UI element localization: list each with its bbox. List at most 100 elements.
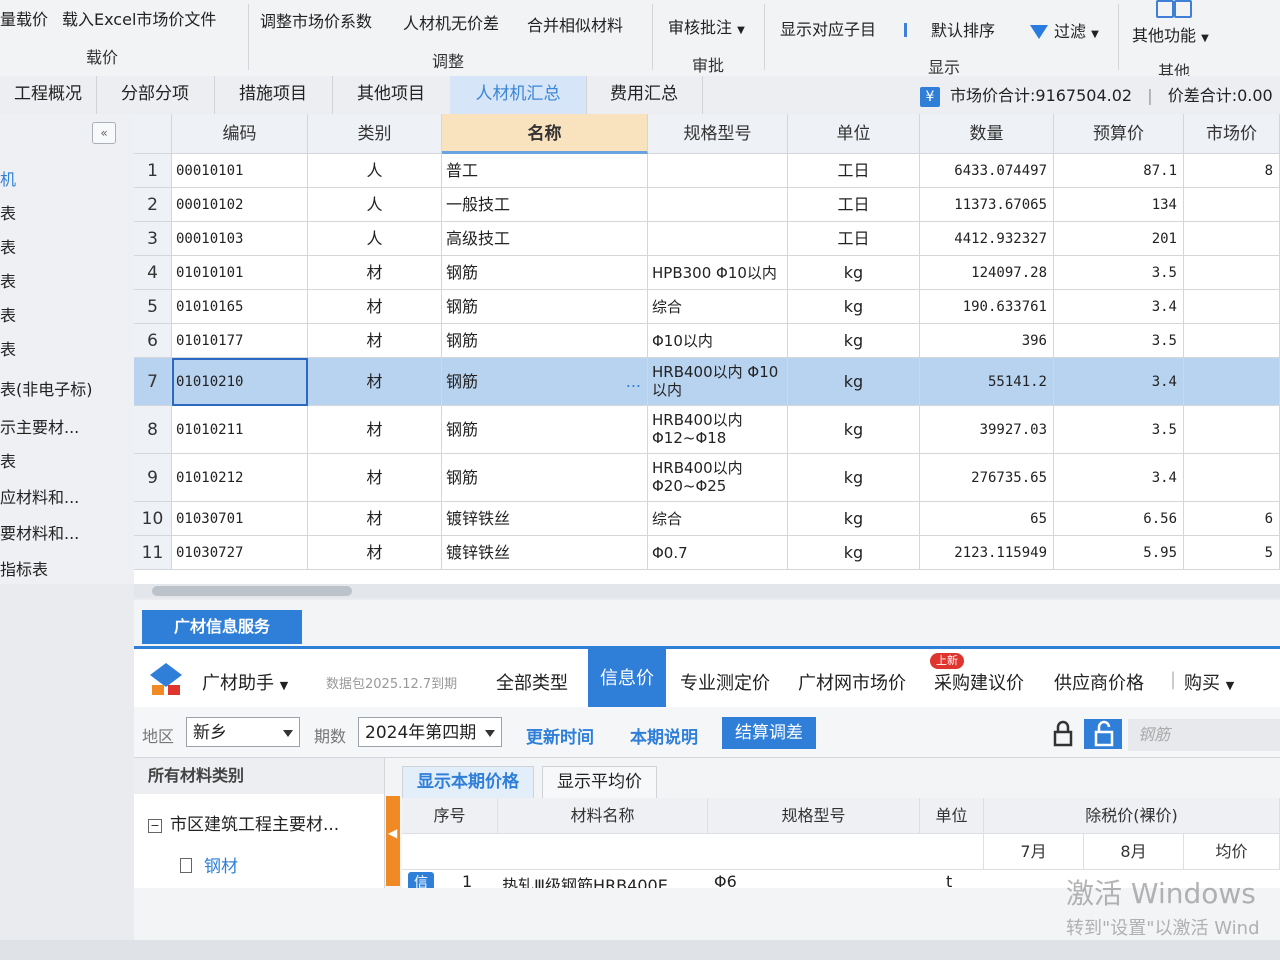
collapse-minus-icon[interactable]: −	[148, 819, 162, 833]
filter-button[interactable]: 过滤 ▼	[1030, 18, 1099, 42]
cell-name[interactable]: 普工	[442, 154, 648, 188]
cell-type[interactable]: 材	[308, 290, 442, 324]
cell-no[interactable]: 1	[134, 154, 172, 188]
region-select[interactable]: 新乡	[186, 717, 300, 747]
cell-market[interactable]	[1184, 222, 1280, 256]
load-excel-market-price-button[interactable]: 载入Excel市场价文件	[62, 6, 216, 30]
cell-unit[interactable]: kg	[788, 454, 920, 502]
cell-spec[interactable]: Φ0.7	[648, 536, 788, 570]
cell-no[interactable]: 10	[134, 502, 172, 536]
cell-budget[interactable]: 6.56	[1054, 502, 1184, 536]
cell-type[interactable]: 材	[308, 536, 442, 570]
cell-budget[interactable]: 3.4	[1054, 454, 1184, 502]
period-note-link[interactable]: 本期说明	[630, 723, 698, 748]
cell-code[interactable]: 00010103	[172, 222, 308, 256]
cell-no[interactable]: 5	[134, 290, 172, 324]
nav-market-price[interactable]: 广材网市场价	[798, 669, 906, 695]
cell-name[interactable]: 钢筋...	[442, 358, 648, 406]
cell-code[interactable]: 01010211	[172, 406, 308, 454]
other-functions-button[interactable]: 其他功能 ▼	[1132, 22, 1209, 46]
col-header-code[interactable]: 编码	[172, 114, 308, 154]
col-header-budget-price[interactable]: 预算价	[1054, 114, 1184, 154]
report-tree-item[interactable]: 表	[0, 268, 16, 292]
cell-type[interactable]: 材	[308, 502, 442, 536]
cell-market[interactable]: 6	[1184, 502, 1280, 536]
tab-material-info-service[interactable]: 广材信息服务	[142, 610, 302, 644]
cell-budget[interactable]: 3.5	[1054, 256, 1184, 290]
tab-measures[interactable]: 措施项目	[214, 76, 333, 114]
cell-type[interactable]: 材	[308, 454, 442, 502]
cell-name[interactable]: 一般技工	[442, 188, 648, 222]
adjust-market-coefficient-button[interactable]: 调整市场价系数	[260, 8, 372, 32]
category-root-item[interactable]: − 市区建筑工程主要材...	[148, 810, 339, 835]
cell-qty[interactable]: 396	[920, 324, 1054, 358]
cell-budget[interactable]: 134	[1054, 188, 1184, 222]
cell-market[interactable]	[1184, 454, 1280, 502]
tab-average-price[interactable]: 显示平均价	[542, 766, 657, 800]
tab-labor-material-summary[interactable]: 人材机汇总	[450, 76, 587, 114]
review-annotation-button[interactable]: 审核批注 ▼	[668, 14, 745, 38]
report-tree-item[interactable]: 表	[0, 234, 16, 258]
cell-unit[interactable]: kg	[788, 256, 920, 290]
cell-spec[interactable]: HRB400以内 Φ12~Φ18	[648, 406, 788, 454]
cell-code[interactable]: 01010165	[172, 290, 308, 324]
cell-spec[interactable]: Φ10以内	[648, 324, 788, 358]
cell-type[interactable]: 材	[308, 324, 442, 358]
cell-market[interactable]: 5	[1184, 536, 1280, 570]
cell-market[interactable]	[1184, 290, 1280, 324]
cell-unit[interactable]: 工日	[788, 154, 920, 188]
ellipsis-button[interactable]: ...	[626, 358, 641, 405]
cell-spec[interactable]: 综合	[648, 502, 788, 536]
cell-spec[interactable]	[648, 222, 788, 256]
cell-market[interactable]	[1184, 256, 1280, 290]
col-header-qty[interactable]: 数量	[920, 114, 1054, 154]
cell-code[interactable]: 00010101	[172, 154, 308, 188]
cell-type[interactable]: 人	[308, 188, 442, 222]
cell-budget[interactable]: 5.95	[1054, 536, 1184, 570]
report-tree-item[interactable]: 应材料和...	[0, 484, 79, 508]
cell-unit[interactable]: kg	[788, 536, 920, 570]
cell-no[interactable]: 3	[134, 222, 172, 256]
cell-budget[interactable]: 3.4	[1054, 290, 1184, 324]
report-tree-item[interactable]: 指标表	[0, 556, 48, 580]
cell-code[interactable]: 01030701	[172, 502, 308, 536]
cell-spec[interactable]: 综合	[648, 290, 788, 324]
cell-no[interactable]: 4	[134, 256, 172, 290]
report-tree-item[interactable]: 表	[0, 200, 16, 224]
col-header-name[interactable]: 名称	[442, 114, 648, 154]
cell-spec[interactable]	[648, 188, 788, 222]
cell-unit[interactable]: kg	[788, 324, 920, 358]
cell-code[interactable]: 01010210	[172, 358, 308, 406]
col-header-market-price[interactable]: 市场价	[1184, 114, 1280, 154]
report-tree-item[interactable]: 要材料和...	[0, 520, 79, 544]
cell-name[interactable]: 镀锌铁丝	[442, 502, 648, 536]
period-select[interactable]: 2024年第四期	[358, 717, 502, 747]
cell-name[interactable]: 钢筋	[442, 324, 648, 358]
cell-budget[interactable]: 3.4	[1054, 358, 1184, 406]
material-search-input[interactable]: 钢筋	[1128, 719, 1280, 751]
cell-budget[interactable]: 201	[1054, 222, 1184, 256]
report-tree-item[interactable]: 表	[0, 448, 16, 472]
cell-unit[interactable]: 工日	[788, 222, 920, 256]
cell-budget[interactable]: 3.5	[1054, 406, 1184, 454]
cell-type[interactable]: 材	[308, 406, 442, 454]
cell-no[interactable]: 11	[134, 536, 172, 570]
buy-menu[interactable]: 购买 ▼	[1184, 669, 1234, 695]
col-header-type[interactable]: 类别	[308, 114, 442, 154]
cell-code[interactable]: 00010102	[172, 188, 308, 222]
nav-info-price[interactable]: 信息价	[588, 649, 666, 709]
collapse-panel-button[interactable]: «	[92, 122, 116, 144]
cell-type[interactable]: 材	[308, 358, 442, 406]
cell-qty[interactable]: 190.633761	[920, 290, 1054, 324]
settle-adjust-button[interactable]: 结算调差	[722, 717, 816, 749]
cell-name[interactable]: 钢筋	[442, 454, 648, 502]
col-header-unit[interactable]: 单位	[788, 114, 920, 154]
cell-name[interactable]: 高级技工	[442, 222, 648, 256]
report-tree-item[interactable]: 示主要材...	[0, 414, 79, 438]
cell-market[interactable]: 8	[1184, 154, 1280, 188]
cell-unit[interactable]: kg	[788, 502, 920, 536]
report-tree-item[interactable]: 表(非电子标)	[0, 376, 93, 400]
cell-no[interactable]: 6	[134, 324, 172, 358]
report-tree-item[interactable]: 机	[0, 166, 16, 190]
cell-qty[interactable]: 124097.28	[920, 256, 1054, 290]
